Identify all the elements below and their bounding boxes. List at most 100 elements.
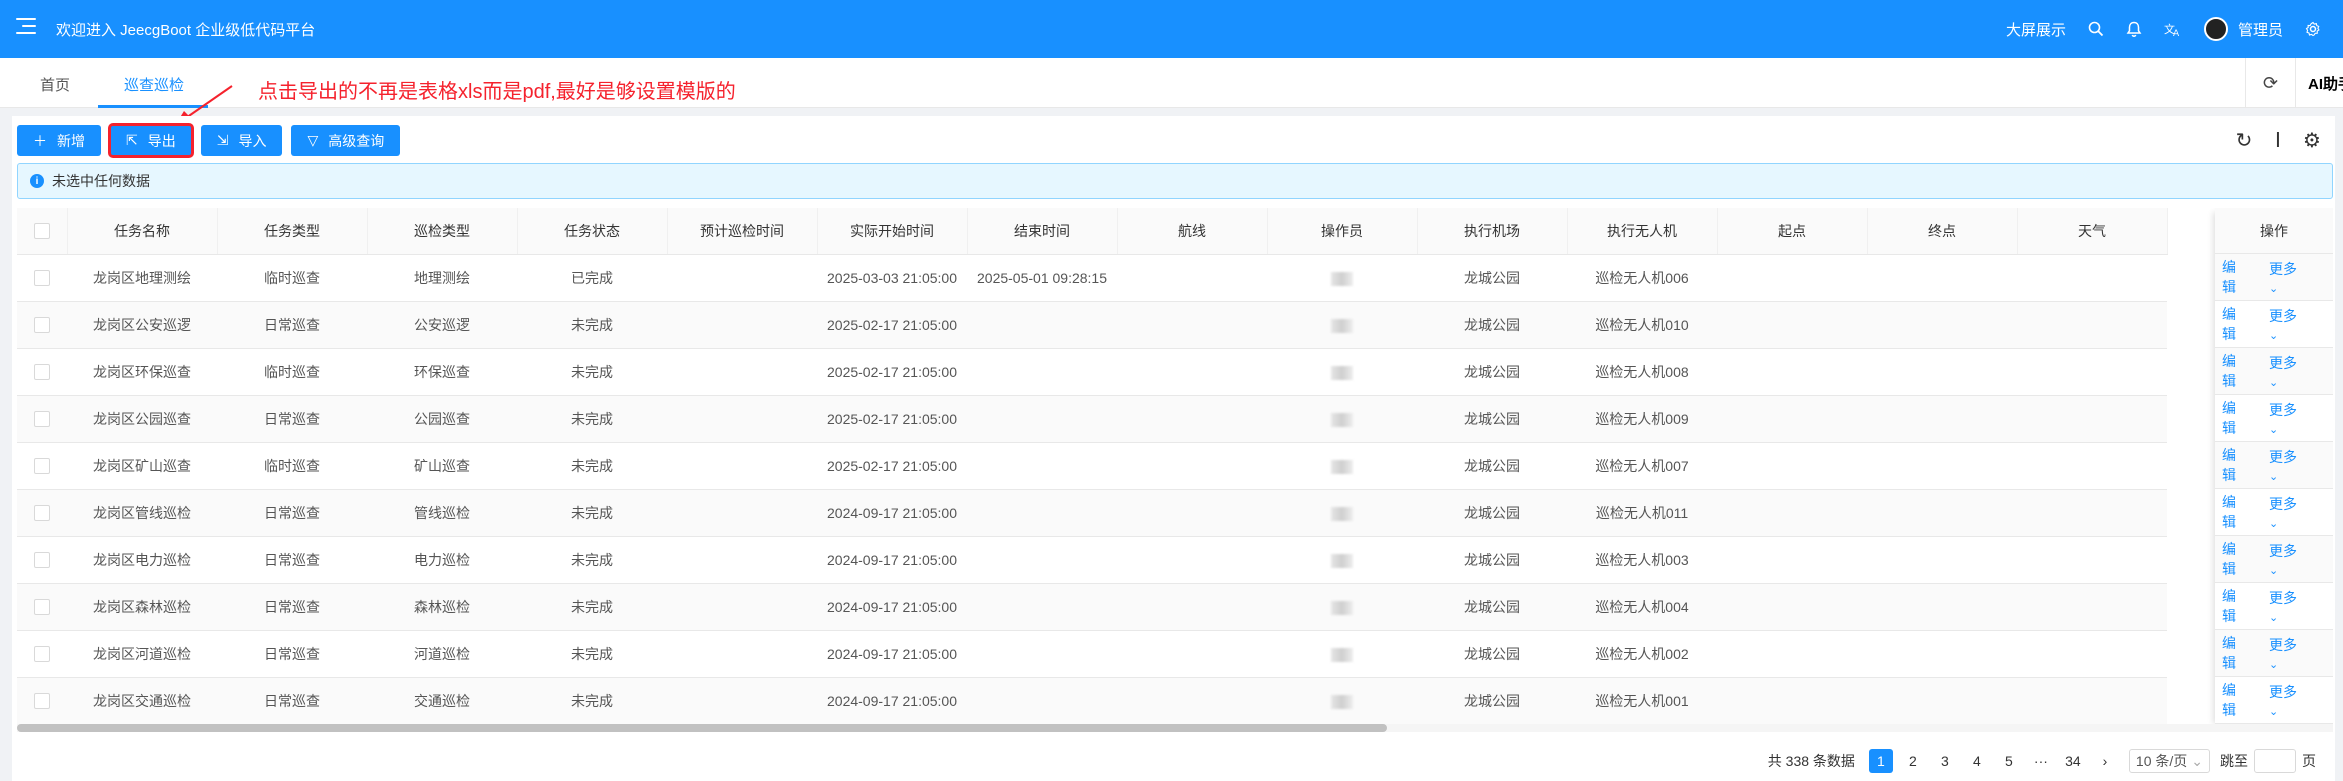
translate-icon[interactable]: 文A [2164, 21, 2182, 37]
add-button[interactable]: ＋新增 [17, 125, 101, 156]
col-header[interactable]: 任务名称 [67, 208, 218, 255]
col-header[interactable]: 实际开始时间 [817, 208, 968, 255]
edit-link[interactable]: 编辑 [2222, 492, 2248, 532]
more-link[interactable]: 更多 ⌄ [2262, 682, 2326, 718]
table-cell-name: 龙岗区地理测绘 [67, 254, 217, 302]
table-cell-drone: 巡检无人机004 [1567, 583, 1717, 631]
page-size-select[interactable]: 10 条/页 ⌄ [2128, 749, 2210, 773]
col-header[interactable]: 执行机场 [1417, 208, 1568, 255]
select-all-checkbox[interactable] [33, 223, 50, 240]
edit-link[interactable]: 编辑 [2222, 680, 2248, 720]
table-cell-start: 2024-09-17 21:05:00 [817, 630, 967, 678]
more-link[interactable]: 更多 ⌄ [2262, 635, 2326, 671]
advanced-query-button[interactable]: ▽ 高级查询 [291, 125, 401, 156]
table-cell-status: 未完成 [517, 536, 667, 584]
next-page-icon[interactable]: › [2093, 749, 2117, 773]
col-header[interactable]: 操作员 [1267, 208, 1418, 255]
row-checkbox[interactable] [34, 411, 50, 428]
col-header[interactable]: 预计巡检时间 [667, 208, 818, 255]
search-icon[interactable] [2088, 21, 2104, 37]
more-link[interactable]: 更多 ⌄ [2262, 447, 2326, 483]
chevron-down-icon: ⌄ [2191, 752, 2203, 769]
reload-icon[interactable]: ↻ [2233, 128, 2255, 153]
row-select-cell [17, 301, 67, 349]
row-checkbox[interactable] [34, 505, 50, 522]
avatar [2203, 17, 2228, 41]
row-checkbox[interactable] [34, 458, 50, 475]
op-row: 编辑 更多 ⌄ [2215, 677, 2333, 724]
more-link[interactable]: 更多 ⌄ [2262, 400, 2326, 436]
table-cell-patrol_type: 环保巡查 [367, 348, 517, 396]
edit-link[interactable]: 编辑 [2222, 257, 2248, 297]
row-checkbox[interactable] [34, 599, 50, 616]
bell-icon[interactable] [2126, 21, 2142, 38]
table-cell-status: 未完成 [517, 489, 667, 537]
table-cell-patrol_type: 森林巡检 [367, 583, 517, 631]
col-header[interactable]: 巡检类型 [367, 208, 518, 255]
row-checkbox[interactable] [34, 646, 50, 663]
op-row: 编辑 更多 ⌄ [2215, 348, 2333, 395]
table-cell-airport: 龙城公园 [1417, 442, 1567, 490]
page-number[interactable]: 1 [1868, 749, 1893, 773]
annotation-text: 点击导出的不再是表格xls而是pdf,最好是够设置模版的 [258, 81, 736, 103]
row-checkbox[interactable] [34, 364, 50, 381]
page-number[interactable]: 2 [1901, 749, 1925, 773]
edit-link[interactable]: 编辑 [2222, 304, 2248, 344]
density-icon[interactable]: Ⅰ [2267, 128, 2289, 153]
table-cell-dest [1867, 442, 2017, 490]
tab-home[interactable]: 首页 [40, 74, 70, 95]
table-cell-end: 2025-05-01 09:28:15 [967, 254, 1117, 302]
col-header[interactable]: 结束时间 [967, 208, 1118, 255]
col-header[interactable]: 天气 [2017, 208, 2168, 255]
table-cell-task_type: 临时巡查 [217, 348, 367, 396]
big-screen-link[interactable]: 大屏展示 [2006, 19, 2066, 40]
import-button[interactable]: ⇲ 导入 [200, 125, 283, 156]
col-header[interactable]: 航线 [1117, 208, 1268, 255]
redacted-operator [1331, 600, 1353, 615]
edit-link[interactable]: 编辑 [2222, 586, 2248, 626]
more-link[interactable]: 更多 ⌄ [2262, 353, 2326, 389]
table-cell-airport: 龙城公园 [1417, 254, 1567, 302]
column-settings-icon[interactable]: ⚙ [2301, 128, 2323, 153]
horizontal-scrollbar-thumb[interactable] [17, 724, 1387, 732]
row-checkbox[interactable] [34, 270, 50, 287]
redacted-operator [1331, 318, 1353, 333]
tab-tools: ⟳ AI助手 [2245, 58, 2343, 108]
edit-link[interactable]: 编辑 [2222, 398, 2248, 438]
table-cell-planned [667, 442, 817, 490]
more-link[interactable]: 更多 ⌄ [2262, 494, 2326, 530]
col-header[interactable]: 终点 [1867, 208, 2018, 255]
menu-icon[interactable] [16, 18, 38, 38]
edit-link[interactable]: 编辑 [2222, 351, 2248, 391]
table-cell-dest [1867, 536, 2017, 584]
page-number[interactable]: 34 [2061, 749, 2085, 773]
refresh-icon[interactable]: ⟳ [2245, 58, 2295, 108]
more-link[interactable]: 更多 ⌄ [2262, 541, 2326, 577]
page-number[interactable]: 3 [1933, 749, 1957, 773]
row-checkbox[interactable] [34, 317, 50, 334]
page-number[interactable]: 5 [1997, 749, 2021, 773]
page-ellipsis[interactable]: ··· [2029, 749, 2053, 773]
col-header[interactable]: 任务状态 [517, 208, 668, 255]
col-header[interactable]: 起点 [1717, 208, 1868, 255]
edit-link[interactable]: 编辑 [2222, 445, 2248, 485]
row-checkbox[interactable] [34, 552, 50, 569]
more-link[interactable]: 更多 ⌄ [2262, 306, 2326, 342]
settings-icon[interactable] [2305, 21, 2321, 37]
more-link[interactable]: 更多 ⌄ [2262, 588, 2326, 624]
export-button[interactable]: ⇱ 导出 [108, 123, 194, 158]
user-menu[interactable]: 管理员 [2203, 17, 2283, 41]
table-cell-patrol_type: 公安巡逻 [367, 301, 517, 349]
svg-text:A: A [2173, 29, 2180, 37]
col-header[interactable]: 执行无人机 [1567, 208, 1718, 255]
row-checkbox[interactable] [34, 693, 50, 710]
table-cell-route [1117, 630, 1267, 678]
more-link[interactable]: 更多 ⌄ [2262, 259, 2326, 295]
goto-page-input[interactable] [2254, 749, 2296, 773]
col-header[interactable]: 任务类型 [217, 208, 368, 255]
edit-link[interactable]: 编辑 [2222, 633, 2248, 673]
page-number[interactable]: 4 [1965, 749, 1989, 773]
ai-assistant-button[interactable]: AI助手 [2295, 58, 2343, 108]
edit-link[interactable]: 编辑 [2222, 539, 2248, 579]
table-cell-task_type: 日常巡查 [217, 677, 367, 725]
